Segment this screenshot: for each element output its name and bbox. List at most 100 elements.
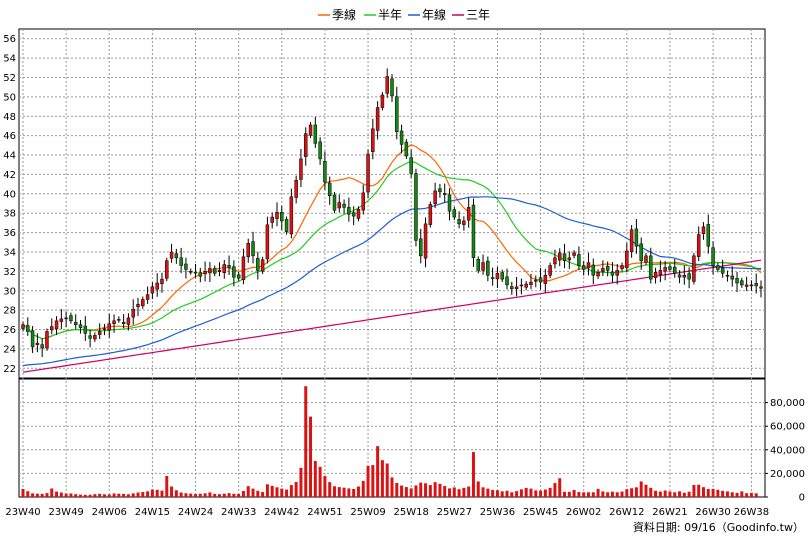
volume-bar [658,491,662,497]
volume-bar [64,493,68,497]
legend: 季線 半年 年線 三年 [318,7,490,22]
volume-bar [136,492,140,497]
volume-bar [337,487,341,497]
volume-bar [26,491,30,497]
volume-bar [117,493,121,497]
candle-body [179,257,183,266]
volume-bar [256,490,260,497]
volume-bar [419,482,423,497]
candle-body [212,268,217,274]
candle-body [203,271,207,275]
candle-body [711,247,715,266]
candle-body [117,319,121,321]
volume-bar [668,491,672,497]
volume-bar [74,494,78,497]
price-tick-label: 36 [3,228,16,239]
candle-body [141,299,145,307]
candle-body [744,284,749,287]
candle-body [337,202,342,209]
candle-body [145,294,150,300]
candle-body [217,270,222,272]
volume-bar [126,494,130,497]
candle-body [131,308,135,318]
candle-body [510,286,514,290]
candle-body [447,194,452,212]
volume-bar [543,489,547,497]
legend-label-threeyear: 三年 [466,8,490,22]
volume-bar [227,493,231,497]
volume-bar [88,494,92,497]
volume-bar [505,490,509,497]
candle-body [438,188,442,193]
candle-body [572,252,576,256]
candle-body [69,315,73,322]
candle-body [653,272,658,278]
volume-bar [678,491,682,497]
source-footer: 資料日期: 09/16（Goodinfo.tw） [633,520,804,534]
candle-body [165,260,169,279]
volume-bar [711,488,715,497]
price-tick-label: 32 [3,267,16,278]
volume-bar [476,481,480,497]
volume-bar [591,492,595,497]
price-tick-label: 40 [3,189,16,200]
candle-body [476,259,480,271]
candle-body [88,335,92,339]
candle-body [102,328,107,330]
volume-bar [577,492,581,497]
price-tick-label: 38 [3,209,16,220]
volume-bar [289,485,293,497]
volume-bar [179,492,183,497]
volume-bar [275,487,279,497]
candle-body [30,330,35,348]
volume-bar [222,493,226,497]
candle-body [677,274,682,278]
candle-body [323,160,327,183]
volume-bar [563,491,567,497]
candle-body [395,96,399,133]
candle-body [93,335,97,340]
volume-bar [232,493,236,497]
price-tick-label: 48 [3,112,16,123]
volume-bar [404,487,408,497]
candle-body [663,267,667,272]
candle-body [193,271,198,274]
volume-bar [280,488,284,497]
candle-body [682,274,687,278]
candle-body [605,265,610,271]
volume-bar [313,461,317,497]
volume-bar [582,492,586,497]
candle-body [83,325,88,334]
volume-bar [141,492,145,497]
price-tick-label: 34 [3,247,16,258]
volume-bar [572,489,576,497]
volume-bar [35,493,39,497]
price-axis-labels: 22 24 26 28 30 32 34 36 38 40 42 44 46 48 50 52 54 56 [3,34,16,375]
candle-body [591,264,596,276]
volume-bar [529,488,533,497]
candle-body [466,207,471,221]
volume-bar [285,489,289,497]
volume-bar [261,492,265,497]
candle-body [586,262,591,269]
volume-bar [237,493,241,497]
volume-bar [524,487,528,497]
volume-bar [366,465,370,497]
candle-body [347,207,351,215]
volume-bar [323,475,327,497]
candle-body [112,320,116,324]
volume-bar [189,493,193,497]
candle-body [529,281,533,285]
volume-bar [146,491,150,497]
candle-body [198,272,203,277]
volume-bar [639,481,643,497]
candle-body [107,323,111,331]
legend-label-halfyear: 半年 [378,8,402,22]
volume-bar [309,416,313,497]
candle-body [534,279,538,282]
price-tick-label: 44 [3,151,16,162]
volume-bar [467,486,471,497]
x-tick-label: 24W42 [264,507,299,518]
candle-body [696,234,701,257]
candle-body [246,242,250,258]
